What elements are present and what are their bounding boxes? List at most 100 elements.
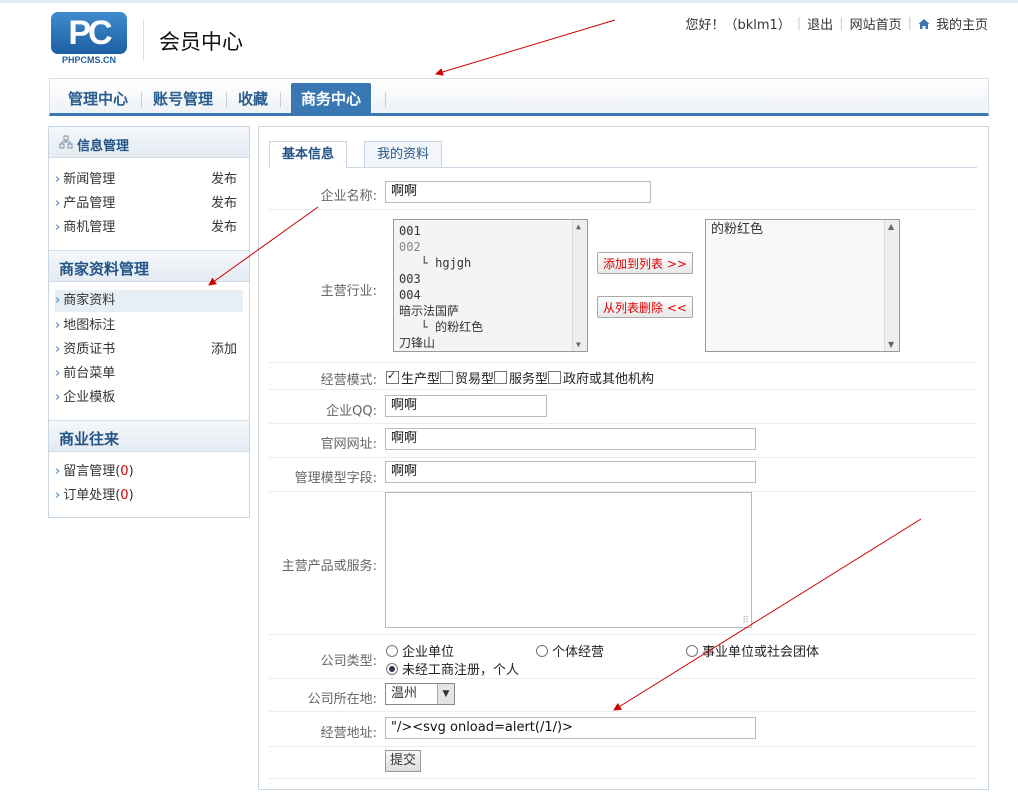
section-title: 商业往来 [59, 430, 120, 448]
radio-enterprise[interactable]: 企业单位 [386, 641, 454, 660]
checkbox-production[interactable] [386, 369, 399, 384]
row-company-type: 公司类型: 企业单位 个体经营 事业单位或社会团体 未经工商注册，个人 [269, 635, 977, 679]
sidebar-item-front-menu[interactable]: › 前台菜单 [55, 363, 243, 385]
radio-public-institution[interactable]: 事业单位或社会团体 [686, 641, 819, 660]
selected-industry-option[interactable]: 的粉红色 [706, 220, 899, 240]
industry-option[interactable]: └ 的粉红色 [394, 319, 587, 335]
tab-basic-info[interactable]: 基本信息 [269, 141, 348, 168]
add-link[interactable]: 添加 [211, 339, 237, 361]
row-website: 官网网址: 啊啊 [269, 424, 977, 458]
link-divider: | [796, 16, 802, 31]
phpcms-logo[interactable]: PC [51, 12, 127, 54]
industry-option[interactable]: └ hgjgh [394, 255, 587, 271]
org-chart-icon [59, 135, 73, 149]
label-industry: 主营行业: [320, 284, 377, 299]
listbox-scrollbar[interactable]: ▲ ▼ [572, 220, 587, 351]
add-to-list-button[interactable]: 添加到列表 >> [597, 252, 693, 274]
remove-from-list-button[interactable]: 从列表删除 << [597, 296, 693, 318]
message-count: 0 [120, 464, 129, 479]
location-selected-value: 温州 [391, 686, 418, 701]
sidebar-item-template[interactable]: › 企业模板 [55, 387, 243, 409]
sidebar-item-orders[interactable]: › 订单处理(0) [55, 485, 243, 507]
label-products: 主营产品或服务: [281, 559, 377, 574]
greeting-text: 您好！（bklm1） [685, 18, 791, 33]
label-location: 公司所在地: [307, 692, 377, 707]
resize-grip-icon[interactable]: ⠿ [742, 616, 749, 626]
website-input[interactable]: 啊啊 [385, 428, 756, 450]
link-divider: | [907, 16, 912, 31]
publish-link[interactable]: 发布 [211, 193, 237, 215]
sidebar-item-messages[interactable]: › 留言管理(0) [55, 461, 243, 483]
site-home-link[interactable]: 网站首页 [850, 14, 902, 33]
sidebar-item-products[interactable]: › 产品管理 发布 [55, 193, 243, 215]
industry-option[interactable]: 003 [394, 271, 587, 287]
section-title: 商家资料管理 [59, 260, 150, 278]
label-business-mode: 经营模式: [320, 373, 377, 388]
page-title: 会员中心 [159, 30, 243, 54]
radio-unregistered-individual[interactable]: 未经工商注册，个人 [386, 659, 519, 678]
publish-link[interactable]: 发布 [211, 169, 237, 191]
business-mode-options: 生产型贸易型服务型政府或其他机构 [386, 368, 654, 387]
label-address: 经营地址: [320, 726, 377, 741]
address-input[interactable]: "/><svg onload=alert(/1/)> [385, 717, 756, 739]
nav-business-center[interactable]: 商务中心 [291, 83, 371, 113]
checkbox-service[interactable] [494, 371, 508, 384]
nav-divider [226, 92, 227, 107]
row-company-name: 企业名称: 啊啊 [269, 173, 977, 210]
selected-industry-listbox[interactable]: 的粉红色 ▲ ▼ [705, 219, 900, 352]
sidebar-item-merchant-profile[interactable]: › 商家资料 [55, 290, 243, 312]
row-location: 公司所在地: 温州 ▼ [269, 679, 977, 712]
row-address: 经营地址: "/><svg onload=alert(/1/)> [269, 712, 977, 747]
link-divider: | [839, 16, 844, 31]
model-field-input[interactable]: 啊啊 [385, 461, 756, 483]
checkbox-trade[interactable] [440, 371, 454, 384]
company-name-input[interactable]: 啊啊 [385, 181, 651, 203]
main-nav: 管理中心 账号管理 收藏 商务中心 [49, 78, 989, 116]
nav-account[interactable]: 账号管理 [153, 79, 213, 113]
tab-my-profile[interactable]: 我的资料 [364, 141, 443, 167]
industry-option[interactable]: 002 [394, 239, 587, 255]
sidebar-item-news[interactable]: › 新闻管理 发布 [55, 169, 243, 191]
section-title: 信息管理 [77, 139, 130, 154]
logout-link[interactable]: 退出 [807, 14, 833, 33]
listbox-scrollbar[interactable]: ▲ ▼ [884, 220, 899, 351]
products-textarea[interactable]: ⠿ [385, 492, 752, 628]
sidebar-section-merchant: 商家资料管理 [49, 250, 249, 282]
tab-bar: 基本信息 我的资料 [269, 141, 977, 168]
publish-link[interactable]: 发布 [211, 217, 237, 239]
nav-divider [280, 92, 281, 107]
home-icon[interactable] [918, 18, 930, 30]
industry-option[interactable]: 001 [394, 223, 587, 239]
row-model-field: 管理模型字段: 啊啊 [269, 458, 977, 492]
sidebar-item-map[interactable]: › 地图标注 [55, 315, 243, 337]
industry-option[interactable]: 刀锋山 [394, 335, 587, 351]
nav-divider [385, 92, 386, 107]
location-select[interactable]: 温州 ▼ [385, 683, 455, 705]
industry-listbox[interactable]: 001 002 └ hgjgh 003 004 暗示法国萨 └ 的粉红色 刀锋山 ▲ ▼ [393, 219, 588, 352]
qq-input[interactable]: 啊啊 [385, 395, 547, 417]
top-links: 您好！（bklm1） | 退出 | 网站首页 | 我的主页 [685, 14, 988, 33]
nav-management-center[interactable]: 管理中心 [68, 79, 128, 113]
my-home-link[interactable]: 我的主页 [936, 14, 988, 33]
header-divider [143, 20, 144, 60]
submit-button[interactable]: 提交 [385, 750, 422, 772]
sidebar-item-opportunities[interactable]: › 商机管理 发布 [55, 217, 243, 239]
row-qq: 企业QQ: 啊啊 [269, 390, 977, 424]
radio-individual-business[interactable]: 个体经营 [536, 641, 604, 660]
industry-option[interactable]: 暗示法国萨 [394, 303, 587, 319]
label-model-field: 管理模型字段: [294, 471, 377, 486]
nav-favorites[interactable]: 收藏 [238, 79, 268, 113]
sidebar: 信息管理 › 新闻管理 发布 › 产品管理 发布 › 商机管理 发布 商家资料管理 › 商家资… [48, 126, 250, 518]
industry-option[interactable]: 004 [394, 287, 587, 303]
sidebar-section-info: 信息管理 [49, 127, 249, 158]
chevron-down-icon[interactable]: ▼ [437, 684, 454, 704]
label-company-name: 企业名称: [320, 189, 377, 204]
label-website: 官网网址: [320, 437, 377, 452]
row-industry: 主营行业: 001 002 └ hgjgh 003 004 暗示法国萨 └ 的粉红色 刀锋… [269, 210, 977, 363]
row-products: 主营产品或服务: ⠿ [269, 492, 977, 635]
sidebar-section-trade: 商业往来 [49, 420, 249, 452]
checkbox-government[interactable] [548, 371, 562, 384]
order-count: 0 [120, 488, 129, 503]
label-qq: 企业QQ: [326, 404, 377, 419]
sidebar-item-certificates[interactable]: › 资质证书 添加 [55, 339, 243, 361]
